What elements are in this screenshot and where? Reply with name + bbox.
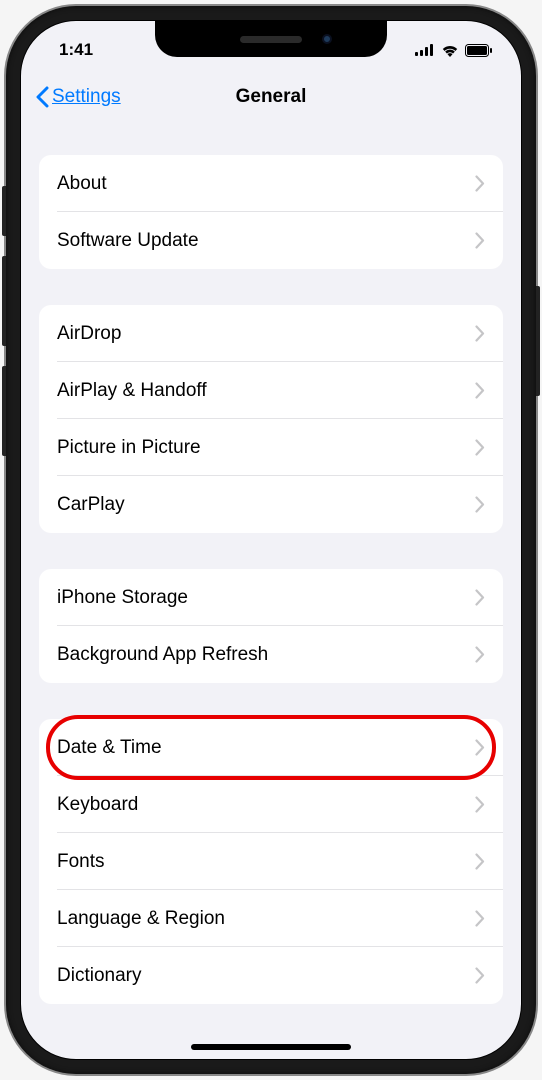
back-label: Settings	[52, 86, 121, 108]
settings-group: Date & Time Keyboard Fonts Language & Regio…	[39, 719, 503, 1004]
settings-group: About Software Update	[39, 155, 503, 269]
chevron-right-icon	[475, 739, 485, 756]
row-dictionary[interactable]: Dictionary	[39, 947, 503, 1004]
chevron-right-icon	[475, 910, 485, 927]
row-keyboard[interactable]: Keyboard	[39, 776, 503, 833]
row-label: Date & Time	[57, 737, 162, 759]
chevron-right-icon	[475, 382, 485, 399]
row-label: Background App Refresh	[57, 644, 268, 666]
row-label: Dictionary	[57, 965, 141, 987]
status-indicators	[415, 44, 493, 57]
battery-icon	[465, 44, 493, 57]
row-label: About	[57, 173, 107, 195]
row-iphone-storage[interactable]: iPhone Storage	[39, 569, 503, 626]
chevron-right-icon	[475, 496, 485, 513]
nav-bar: Settings General	[21, 69, 521, 125]
row-date-time[interactable]: Date & Time	[39, 719, 503, 776]
row-label: Software Update	[57, 230, 199, 252]
chevron-right-icon	[475, 853, 485, 870]
chevron-right-icon	[475, 232, 485, 249]
row-software-update[interactable]: Software Update	[39, 212, 503, 269]
wifi-icon	[441, 44, 459, 57]
row-label: AirDrop	[57, 323, 121, 345]
row-label: Fonts	[57, 851, 105, 873]
nav-title: General	[236, 86, 307, 108]
front-camera	[322, 34, 332, 44]
row-airdrop[interactable]: AirDrop	[39, 305, 503, 362]
screen: 1:41 Settings General	[20, 20, 522, 1060]
notch	[155, 21, 387, 57]
row-background-app-refresh[interactable]: Background App Refresh	[39, 626, 503, 683]
row-about[interactable]: About	[39, 155, 503, 212]
speaker-grille	[240, 36, 302, 43]
row-label: Picture in Picture	[57, 437, 201, 459]
row-label: CarPlay	[57, 494, 125, 516]
status-time: 1:41	[49, 40, 93, 60]
chevron-right-icon	[475, 439, 485, 456]
row-pip[interactable]: Picture in Picture	[39, 419, 503, 476]
power-button	[536, 286, 540, 396]
row-label: Language & Region	[57, 908, 225, 930]
settings-group: iPhone Storage Background App Refresh	[39, 569, 503, 683]
row-carplay[interactable]: CarPlay	[39, 476, 503, 533]
settings-group: AirDrop AirPlay & Handoff Picture in Pictu…	[39, 305, 503, 533]
row-airplay-handoff[interactable]: AirPlay & Handoff	[39, 362, 503, 419]
row-label: Keyboard	[57, 794, 138, 816]
row-label: iPhone Storage	[57, 587, 188, 609]
chevron-right-icon	[475, 967, 485, 984]
row-label: AirPlay & Handoff	[57, 380, 207, 402]
row-fonts[interactable]: Fonts	[39, 833, 503, 890]
chevron-right-icon	[475, 646, 485, 663]
settings-content: About Software Update AirDrop AirPlay & Han…	[21, 125, 521, 1029]
cellular-signal-icon	[415, 44, 435, 56]
chevron-right-icon	[475, 325, 485, 342]
back-button[interactable]: Settings	[35, 86, 121, 108]
chevron-right-icon	[475, 589, 485, 606]
chevron-right-icon	[475, 175, 485, 192]
home-indicator[interactable]	[191, 1044, 351, 1050]
chevron-left-icon	[35, 86, 50, 108]
chevron-right-icon	[475, 796, 485, 813]
row-language-region[interactable]: Language & Region	[39, 890, 503, 947]
phone-frame: 1:41 Settings General	[6, 6, 536, 1074]
